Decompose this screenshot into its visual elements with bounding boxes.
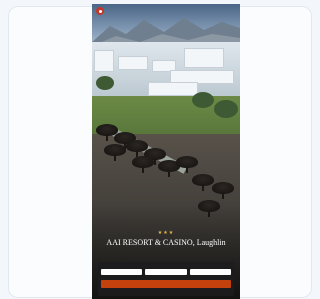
booking-widget [98, 262, 234, 296]
mobile-page-preview: ★★★ AAI RESORT & CASINO, Laughlin [92, 4, 240, 299]
guests-field[interactable] [189, 269, 231, 275]
star-rating: ★★★ [157, 230, 175, 236]
search-button[interactable] [101, 280, 231, 288]
booking-field [101, 265, 143, 275]
hotel-title: AAI RESORT & CASINO, Laughlin [106, 238, 226, 247]
hotel-subtitle [102, 253, 230, 257]
checkin-field[interactable] [101, 269, 143, 275]
booking-field [145, 265, 187, 275]
checkout-field[interactable] [145, 269, 187, 275]
resort-buildings-image [92, 42, 240, 104]
top-navigation [92, 4, 240, 18]
brand-logo-icon[interactable] [96, 7, 104, 15]
booking-field [189, 265, 231, 275]
